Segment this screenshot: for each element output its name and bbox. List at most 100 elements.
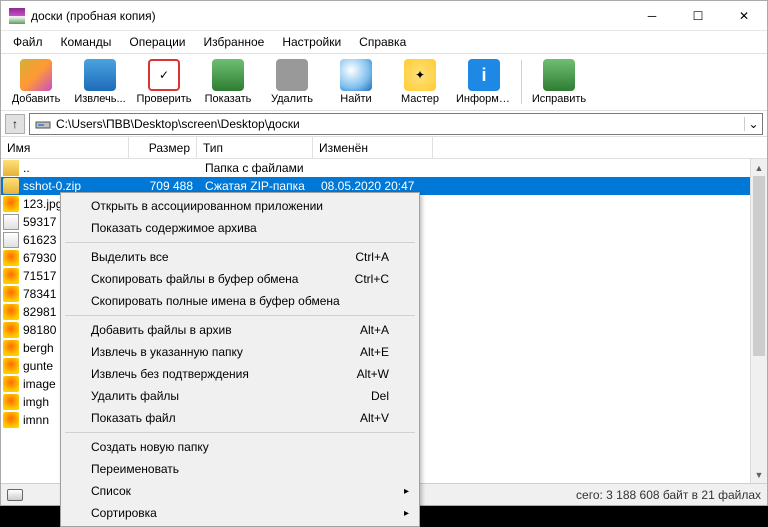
up-button[interactable]: ↑	[5, 114, 25, 134]
context-item-label: Скопировать полные имена в буфер обмена	[91, 294, 340, 308]
image-file-icon	[3, 250, 19, 266]
status-text: сего: 3 188 608 байт в 21 файлах	[576, 488, 761, 502]
context-item[interactable]: Скопировать файлы в буфер обмена Ctrl+C	[63, 268, 417, 290]
context-item[interactable]: Скопировать полные имена в буфер обмена	[63, 290, 417, 312]
folder-icon	[3, 160, 19, 176]
image-file-icon	[3, 412, 19, 428]
image-file-icon	[3, 268, 19, 284]
context-item[interactable]: Переименовать	[63, 458, 417, 480]
find-button[interactable]: Найти	[327, 55, 385, 109]
context-item-label: Выделить все	[91, 250, 169, 264]
context-item[interactable]: Показать содержимое архива	[63, 217, 417, 239]
context-shortcut: Alt+A	[360, 323, 389, 337]
extract-icon	[84, 59, 116, 91]
delete-icon	[276, 59, 308, 91]
vertical-scrollbar[interactable]: ▲ ▼	[750, 159, 767, 483]
context-item[interactable]: Добавить файлы в архив Alt+A	[63, 319, 417, 341]
context-separator	[65, 315, 415, 316]
context-shortcut: Ctrl+A	[355, 250, 389, 264]
info-icon: i	[468, 59, 500, 91]
context-item-label: Показать файл	[91, 411, 176, 425]
context-shortcut: Alt+W	[357, 367, 389, 381]
context-item[interactable]: Открыть в ассоциированном приложении	[63, 195, 417, 217]
add-icon	[20, 59, 52, 91]
context-item-label: Список	[91, 484, 131, 498]
image-file-icon	[3, 196, 19, 212]
context-item[interactable]: Выделить все Ctrl+A	[63, 246, 417, 268]
zip-icon	[3, 178, 19, 194]
delete-button[interactable]: Удалить	[263, 55, 321, 109]
titlebar: доски (пробная копия) ─ ☐ ✕	[1, 1, 767, 31]
test-button[interactable]: ✓Проверить	[135, 55, 193, 109]
context-item[interactable]: Удалить файлы Del	[63, 385, 417, 407]
image-file-icon	[3, 214, 19, 230]
minimize-button[interactable]: ─	[629, 1, 675, 31]
image-file-icon	[3, 340, 19, 356]
col-name[interactable]: Имя	[1, 137, 129, 158]
scroll-down-icon[interactable]: ▼	[751, 466, 767, 483]
close-button[interactable]: ✕	[721, 1, 767, 31]
context-item-label: Открыть в ассоциированном приложении	[91, 199, 323, 213]
image-file-icon	[3, 376, 19, 392]
context-item-label: Создать новую папку	[91, 440, 209, 454]
image-file-icon	[3, 322, 19, 338]
info-button[interactable]: iИнформация	[455, 55, 513, 109]
menubar: Файл Команды Операции Избранное Настройк…	[1, 31, 767, 53]
address-bar[interactable]: ⌄	[29, 113, 763, 135]
extract-button[interactable]: Извлечь...	[71, 55, 129, 109]
scroll-up-icon[interactable]: ▲	[751, 159, 767, 176]
context-shortcut: Ctrl+C	[355, 272, 389, 286]
col-size[interactable]: Размер	[129, 137, 197, 158]
view-button[interactable]: Показать	[199, 55, 257, 109]
context-item-label: Переименовать	[91, 462, 179, 476]
image-file-icon	[3, 232, 19, 248]
maximize-button[interactable]: ☐	[675, 1, 721, 31]
menu-file[interactable]: Файл	[5, 33, 51, 51]
menu-operations[interactable]: Операции	[121, 33, 193, 51]
context-item[interactable]: Создать новую папку	[63, 436, 417, 458]
menu-favorites[interactable]: Избранное	[196, 33, 273, 51]
context-menu: Открыть в ассоциированном приложении Пока…	[60, 192, 420, 527]
context-separator	[65, 432, 415, 433]
image-file-icon	[3, 286, 19, 302]
menu-commands[interactable]: Команды	[53, 33, 120, 51]
scroll-thumb[interactable]	[753, 176, 765, 356]
wizard-icon: ✦	[404, 59, 436, 91]
context-item[interactable]: Показать файлAlt+V	[63, 407, 417, 429]
context-item-label: Извлечь без подтверждения	[91, 367, 249, 381]
view-icon	[212, 59, 244, 91]
toolbar-separator	[521, 60, 522, 104]
add-button[interactable]: Добавить	[7, 55, 65, 109]
repair-button[interactable]: Исправить	[530, 55, 588, 109]
status-icon	[7, 489, 23, 501]
context-item[interactable]: Извлечь в указанную папкуAlt+E	[63, 341, 417, 363]
wizard-button[interactable]: ✦Мастер	[391, 55, 449, 109]
context-item-label: Добавить файлы в архив	[91, 323, 232, 337]
context-item-label: Удалить файлы	[91, 389, 179, 403]
app-icon	[9, 8, 25, 24]
find-icon	[340, 59, 372, 91]
column-header-row: Имя Размер Тип Изменён	[1, 137, 767, 159]
test-icon: ✓	[148, 59, 180, 91]
image-file-icon	[3, 358, 19, 374]
context-item[interactable]: Извлечь без подтверждения Alt+W	[63, 363, 417, 385]
parent-folder-row[interactable]: .. Папка с файлами	[1, 159, 767, 177]
repair-icon	[543, 59, 575, 91]
context-separator	[65, 242, 415, 243]
menu-help[interactable]: Справка	[351, 33, 414, 51]
context-item[interactable]: Сортировка	[63, 502, 417, 524]
image-file-icon	[3, 304, 19, 320]
context-item-label: Сортировка	[91, 506, 157, 520]
col-type[interactable]: Тип	[197, 137, 313, 158]
image-file-icon	[3, 394, 19, 410]
context-item[interactable]: Список	[63, 480, 417, 502]
address-row: ↑ ⌄	[1, 111, 767, 137]
context-shortcut: Del	[371, 389, 389, 403]
context-item-label: Скопировать файлы в буфер обмена	[91, 272, 298, 286]
col-modified[interactable]: Изменён	[313, 137, 433, 158]
context-item-label: Извлечь в указанную папку	[91, 345, 243, 359]
address-input[interactable]	[56, 115, 744, 133]
address-dropdown[interactable]: ⌄	[744, 117, 762, 131]
menu-options[interactable]: Настройки	[274, 33, 349, 51]
context-item-label: Показать содержимое архива	[91, 221, 257, 235]
